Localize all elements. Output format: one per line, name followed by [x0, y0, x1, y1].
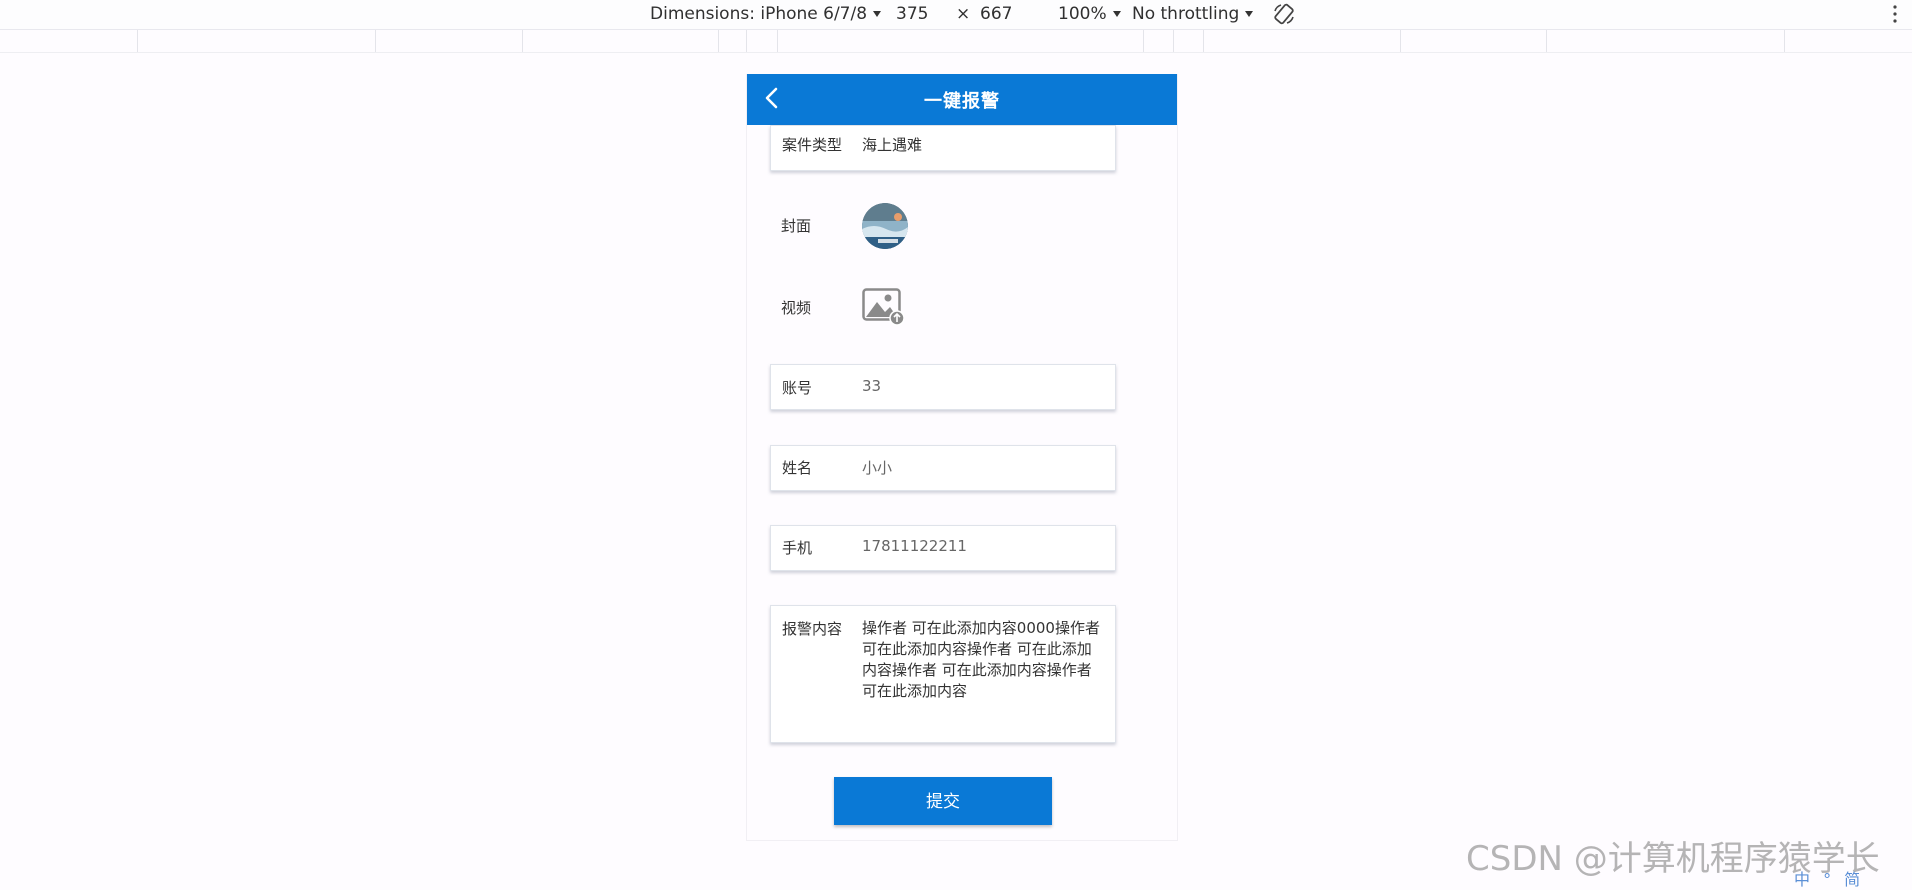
cover-row: 封面	[770, 203, 1116, 249]
rotate-icon[interactable]	[1272, 2, 1296, 26]
account-input[interactable]: 33	[862, 377, 881, 395]
device-toolbar: Dimensions: iPhone 6/7/8 375 × 667 100% …	[0, 0, 1912, 29]
app-header: 一键报警	[747, 74, 1177, 125]
phone-field: 手机 17811122211	[770, 525, 1116, 571]
case-type-label: 案件类型	[782, 136, 843, 154]
phone-label: 手机	[782, 539, 813, 557]
cover-label: 封面	[781, 217, 812, 235]
caret-down-icon	[873, 11, 882, 17]
content-field: 报警内容 操作者 可在此添加内容0000操作者 可在此添加内容操作者 可在此添加…	[770, 605, 1116, 743]
name-field: 姓名 小小	[770, 445, 1116, 491]
device-dimensions-label: Dimensions: iPhone 6/7/8	[650, 4, 868, 24]
content-label: 报警内容	[782, 620, 843, 638]
throttling-label: No throttling	[1132, 4, 1240, 24]
page-title: 一键报警	[924, 91, 1000, 112]
image-upload-icon[interactable]	[862, 288, 904, 326]
throttling-select[interactable]: No throttling	[1132, 3, 1254, 25]
caret-down-icon	[1245, 11, 1254, 17]
account-label: 账号	[782, 379, 813, 397]
ime-indicator: 中 ° 简	[1794, 870, 1865, 889]
zoom-label: 100%	[1058, 4, 1107, 24]
content-textarea[interactable]: 操作者 可在此添加内容0000操作者 可在此添加内容操作者 可在此添加内容操作者…	[862, 618, 1102, 702]
width-input[interactable]: 375	[896, 3, 928, 25]
phone-viewport: 一键报警 案件类型 海上遇难 封面 视频 账号 33 姓名 小小 手机 1781…	[746, 74, 1178, 841]
phone-input[interactable]: 17811122211	[862, 537, 967, 555]
zoom-select[interactable]: 100%	[1058, 3, 1121, 25]
height-input[interactable]: 667	[980, 3, 1012, 25]
caret-down-icon	[1112, 11, 1121, 17]
video-label: 视频	[781, 299, 812, 317]
account-field: 账号 33	[770, 364, 1116, 410]
submit-button[interactable]: 提交	[834, 777, 1052, 825]
name-label: 姓名	[782, 459, 813, 477]
video-row: 视频	[770, 285, 1116, 331]
name-input[interactable]: 小小	[862, 457, 892, 478]
more-options-icon[interactable]	[1893, 5, 1897, 23]
case-type-field[interactable]: 案件类型 海上遇难	[770, 125, 1116, 171]
case-type-value[interactable]: 海上遇难	[862, 134, 922, 155]
media-query-ruler	[0, 29, 1912, 53]
times-sign: ×	[956, 4, 971, 24]
device-select[interactable]: Dimensions: iPhone 6/7/8	[650, 3, 882, 25]
cover-image[interactable]	[862, 203, 908, 249]
